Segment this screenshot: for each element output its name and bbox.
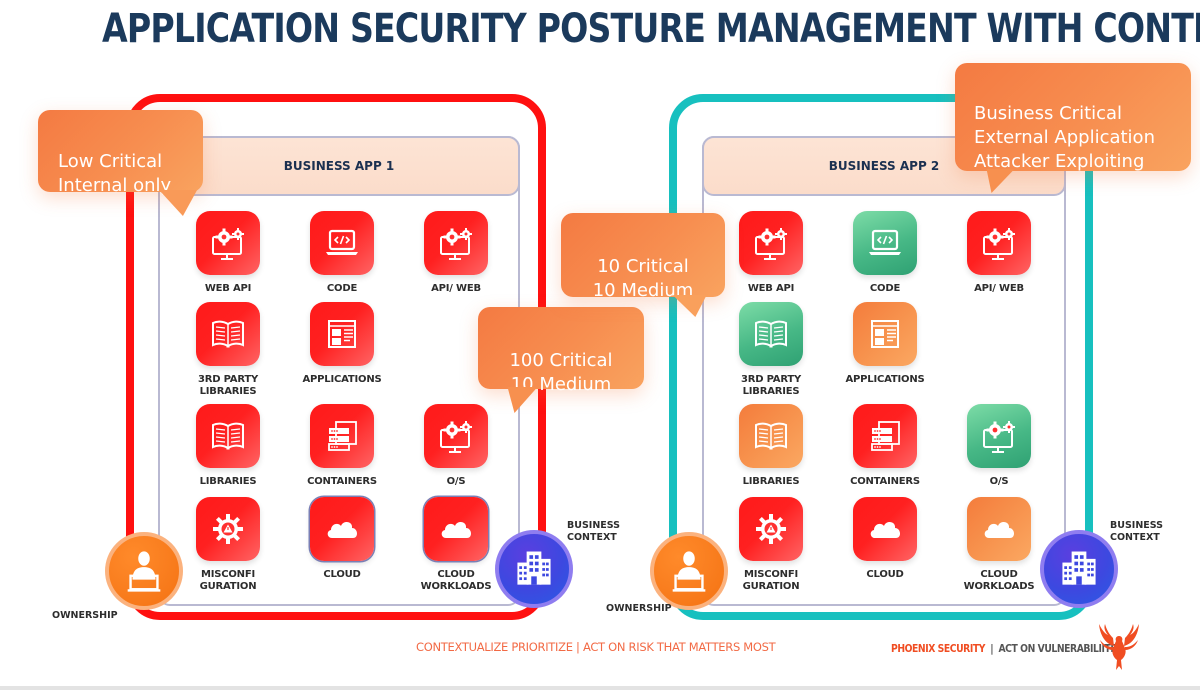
asset-tile-label: MISCONFI GURATION xyxy=(742,569,800,592)
monitor-gears-icon xyxy=(967,404,1031,468)
monitor-gears-icon xyxy=(196,211,260,275)
monitor-gears-icon xyxy=(967,211,1031,275)
callout-app-2-context-text: Business Critical External Application A… xyxy=(974,103,1155,172)
asset-tile-label: CLOUD xyxy=(866,569,904,580)
business-app-1-header: BUSINESS APP 1 xyxy=(158,136,520,196)
bottom-divider xyxy=(0,686,1200,690)
asset-tile-label: WEB API xyxy=(204,283,252,294)
cloud-icon xyxy=(967,497,1031,561)
asset-tile-label: 3RD PARTY LIBRARIES xyxy=(740,374,802,397)
asset-tile: 3RD PARTY LIBRARIES xyxy=(173,302,283,398)
asset-tile: CONTAINERS xyxy=(287,404,397,488)
asset-tile-label: CODE xyxy=(869,283,901,294)
footer-tagline: CONTEXTUALIZE PRIORITIZE | ACT ON RISK T… xyxy=(416,640,776,654)
open-book-icon xyxy=(196,302,260,366)
asset-tile: O/S xyxy=(944,404,1054,488)
asset-tile-label: O/S xyxy=(446,476,466,487)
asset-tile: API/ WEB xyxy=(401,211,511,295)
app-window-icon xyxy=(853,302,917,366)
asset-tile: APPLICATIONS xyxy=(287,302,397,386)
asset-tile-label: CLOUD xyxy=(323,569,361,580)
laptop-code-icon xyxy=(310,211,374,275)
asset-tile: O/S xyxy=(401,404,511,488)
business-context-icon-app-1 xyxy=(495,530,573,608)
monitor-gears-icon xyxy=(424,211,488,275)
asset-tile-label: WEB API xyxy=(747,283,795,294)
phoenix-bird-icon xyxy=(1099,624,1139,670)
callout-app-2-context: Business Critical External Application A… xyxy=(955,63,1191,193)
footer-brand-line: PHOENIX SECURITY | ACT ON VULNERABILIITES xyxy=(891,643,1123,655)
asset-tile: LIBRARIES xyxy=(716,404,826,488)
asset-tile: 3RD PARTY LIBRARIES xyxy=(716,302,826,398)
asset-tile: CLOUD xyxy=(287,497,397,581)
cloud-icon xyxy=(424,497,488,561)
asset-tile-label: LIBRARIES xyxy=(199,476,257,487)
asset-tile-label: API/ WEB xyxy=(974,283,1024,294)
monitor-gears-icon xyxy=(739,211,803,275)
asset-tile: WEB API xyxy=(716,211,826,295)
asset-tile-label: APPLICATIONS xyxy=(302,374,382,385)
callout-app-1-context-text: Low Critical Internal only xyxy=(58,151,172,196)
asset-tile: CLOUD WORKLOADS xyxy=(401,497,511,593)
asset-tile-label: LIBRARIES xyxy=(742,476,800,487)
asset-tile-label: CONTAINERS xyxy=(307,476,377,487)
asset-tile: APPLICATIONS xyxy=(830,302,940,386)
open-book-icon xyxy=(739,302,803,366)
server-stack-icon xyxy=(310,404,374,468)
asset-tile: LIBRARIES xyxy=(173,404,283,488)
ownership-icon-app-1 xyxy=(105,532,183,610)
monitor-gears-icon xyxy=(424,404,488,468)
asset-tile: WEB API xyxy=(173,211,283,295)
asset-tile-label: CLOUD WORKLOADS xyxy=(963,569,1035,592)
asset-tile-label: 3RD PARTY LIBRARIES xyxy=(197,374,259,397)
open-book-icon xyxy=(739,404,803,468)
page-title: APPLICATION SECURITY POSTURE MANAGEMENT … xyxy=(102,6,1200,52)
app-window-icon xyxy=(310,302,374,366)
gear-warning-icon xyxy=(739,497,803,561)
ownership-label-app-1: OWNERSHIP xyxy=(52,610,118,621)
business-context-label-app-1: BUSINESS CONTEXT xyxy=(567,520,621,543)
server-stack-icon xyxy=(853,404,917,468)
business-context-icon-app-2 xyxy=(1040,530,1118,608)
ownership-label-app-2: OWNERSHIP xyxy=(606,603,672,614)
asset-tile-label: APPLICATIONS xyxy=(845,374,925,385)
asset-tile-label: MISCONFI GURATION xyxy=(199,569,257,592)
asset-tile: MISCONFI GURATION xyxy=(173,497,283,593)
callout-app-1-context: Low Critical Internal only xyxy=(38,110,211,216)
asset-tile-label: O/S xyxy=(989,476,1009,487)
asset-tile: CODE xyxy=(830,211,940,295)
asset-tile: CLOUD xyxy=(830,497,940,581)
asset-tile: MISCONFI GURATION xyxy=(716,497,826,593)
laptop-code-icon xyxy=(853,211,917,275)
cloud-icon xyxy=(310,497,374,561)
business-context-label-app-2: BUSINESS CONTEXT xyxy=(1110,520,1164,543)
asset-tile: CONTAINERS xyxy=(830,404,940,488)
cloud-icon xyxy=(853,497,917,561)
brand-name: PHOENIX SECURITY xyxy=(891,643,985,655)
asset-tile-label: API/ WEB xyxy=(431,283,481,294)
gear-warning-icon xyxy=(196,497,260,561)
asset-tile-label: CONTAINERS xyxy=(850,476,920,487)
asset-tile: CLOUD WORKLOADS xyxy=(944,497,1054,593)
asset-tile: API/ WEB xyxy=(944,211,1054,295)
brand-separator: | xyxy=(990,643,994,655)
asset-tile-label: CODE xyxy=(326,283,358,294)
open-book-icon xyxy=(196,404,260,468)
callout-app-2-findings: 10 Critical 10 Medium xyxy=(561,213,725,317)
callout-app-1-findings: 100 Critical 10 Medium xyxy=(478,307,644,413)
asset-tile: CODE xyxy=(287,211,397,295)
ownership-icon-app-2 xyxy=(650,532,728,610)
